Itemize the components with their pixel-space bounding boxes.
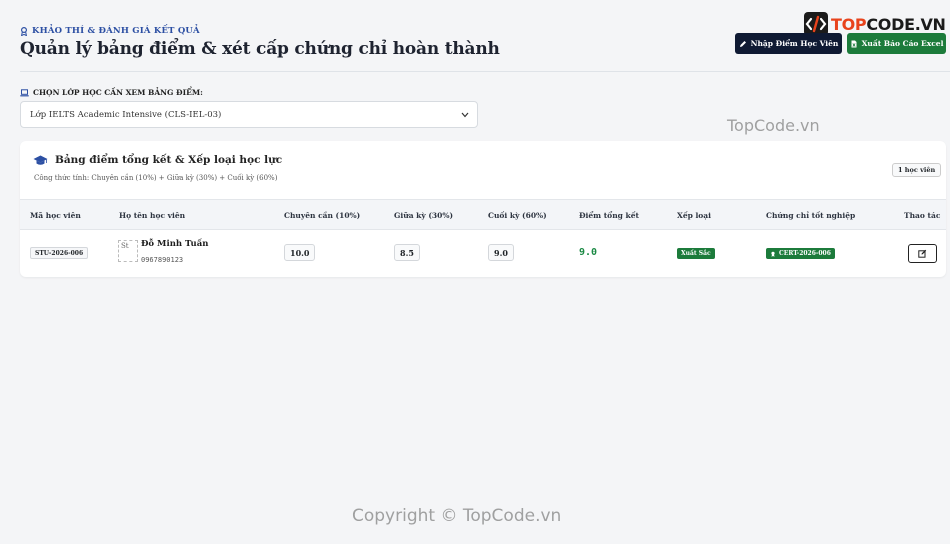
chevron-down-icon [461,112,469,118]
watermark-bottom: Copyright © TopCode.vn [352,506,562,526]
student-count-badge: 1 học viên [892,163,942,177]
header-divider [20,71,950,72]
midterm-score: 8.5 [394,244,420,261]
class-select-label: CHỌN LỚP HỌC CẦN XEM BẢNG ĐIỂM: [20,88,203,97]
col-final: Cuối kỳ (60%) [488,211,547,220]
table-header: Mã học viên Họ tên học viên Chuyên cần (… [20,199,946,230]
laptop-icon [20,88,29,96]
award-icon [21,26,27,36]
col-actions: Thao tác [904,211,941,220]
attendance-score: 10.0 [284,244,316,261]
watermark-top: TopCode.vn [727,116,820,135]
certificate-badge: CERT-2026-006 [766,248,835,259]
gradebook-title: Bảng điểm tổng kết & Xếp loại học lực [33,154,282,166]
rank-badge: Xuất Sắc [677,248,715,259]
import-scores-button[interactable]: Nhập Điểm Học Viên [735,33,842,54]
total-score: 9.0 [579,247,598,258]
edit-icon [918,249,927,258]
col-midterm: Giữa kỳ (30%) [394,211,454,220]
pen-icon [739,40,746,47]
file-excel-icon [851,40,857,47]
eyebrow-text: KHẢO THÍ & ĐÁNH GIÁ KẾT QUẢ [32,26,200,36]
class-select-value: Lớp IELTS Academic Intensive (CLS-IEL-03… [30,109,222,120]
col-student-name: Họ tên học viên [119,211,186,220]
col-student-id: Mã học viên [30,211,81,220]
col-total: Điểm tổng kết [579,211,639,220]
certificate-icon [771,251,775,257]
col-certificate: Chứng chỉ tốt nghiệp [766,211,856,220]
import-scores-label: Nhập Điểm Học Viên [750,39,839,48]
final-score: 9.0 [488,244,514,261]
edit-score-button[interactable] [908,244,937,263]
table-row: STU-2026-006 St Đỗ Minh Tuấn 0967890123 … [20,230,946,277]
student-phone: 0967890123 [141,256,184,264]
col-rank: Xếp loại [677,211,712,220]
col-attendance: Chuyên cần (10%) [284,211,361,220]
export-excel-label: Xuất Báo Cáo Excel [861,39,944,48]
export-excel-button[interactable]: Xuất Báo Cáo Excel [847,33,946,54]
student-id-chip: STU-2026-006 [30,247,89,259]
avatar: St [118,240,138,262]
logo-text: TOPCODE.VN [831,14,946,34]
grade-formula: Công thức tính: Chuyên cần (10%) + Giữa … [34,174,278,182]
class-select-dropdown[interactable]: Lớp IELTS Academic Intensive (CLS-IEL-03… [20,101,478,128]
graduation-cap-icon [33,155,48,165]
gradebook-card: Bảng điểm tổng kết & Xếp loại học lực Cô… [20,141,946,277]
student-name: Đỗ Minh Tuấn [141,239,209,249]
